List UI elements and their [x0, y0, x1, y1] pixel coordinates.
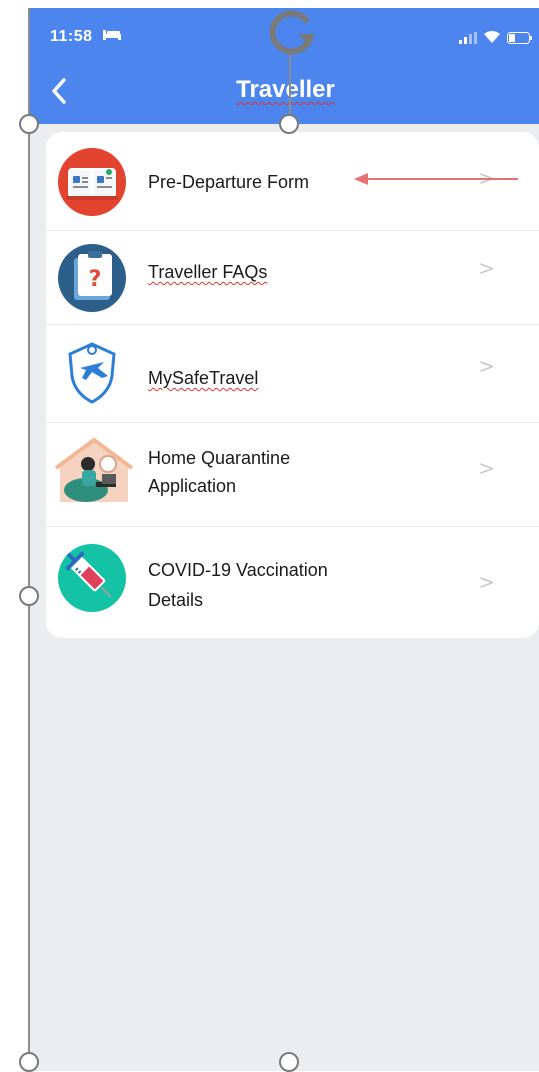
- menu-item-mysafetravel[interactable]: MySafeTravel >: [46, 324, 539, 423]
- menu-item-home-quarantine-application[interactable]: Home Quarantine Application >: [46, 422, 539, 527]
- menu-item-label-line2: Application: [148, 476, 237, 496]
- battery-icon: [507, 31, 533, 49]
- menu-item-label: Traveller FAQs: [148, 262, 268, 282]
- menu-item-traveller-faqs[interactable]: ? Traveller FAQs >: [46, 230, 539, 325]
- menu-item-covid-19-vaccination-details[interactable]: COVID-19 Vaccination Details >: [46, 526, 539, 638]
- vaccine-syringe-icon: [56, 542, 128, 619]
- rotate-handle-icon[interactable]: [263, 4, 321, 62]
- menu-item-label-line1: Home Quarantine: [148, 448, 291, 468]
- home-quarantine-icon: [52, 434, 136, 511]
- menu-item-label-line2: Details: [148, 590, 204, 610]
- menu-item-label-line1: COVID-19 Vaccination: [148, 560, 328, 580]
- bed-icon: [102, 28, 122, 46]
- resize-handle-top-left[interactable]: [19, 114, 39, 134]
- resize-handle-bottom-left[interactable]: [19, 1052, 39, 1072]
- chevron-right-icon: >: [478, 456, 495, 480]
- annotation-arrow-icon: [354, 173, 518, 185]
- menu-card: Pre-Departure Form > ? Traveller FAQs >: [46, 132, 539, 638]
- wifi-icon: [483, 30, 501, 49]
- status-icons: [459, 30, 533, 49]
- menu-item-label: MySafeTravel: [148, 368, 259, 388]
- signal-icon: [459, 31, 477, 49]
- faq-document-icon: ?: [56, 242, 128, 319]
- resize-handle-bottom-center[interactable]: [279, 1052, 299, 1072]
- form-book-icon: [56, 146, 128, 223]
- chevron-right-icon: >: [478, 354, 495, 378]
- chevron-right-icon: >: [478, 256, 495, 280]
- status-time: 11:58: [50, 28, 122, 46]
- resize-handle-middle-left[interactable]: [19, 586, 39, 606]
- rotate-handle-stem: [289, 58, 291, 116]
- chevron-right-icon: >: [478, 570, 495, 594]
- status-time-text: 11:58: [50, 28, 93, 46]
- page-title: Traveller: [30, 76, 539, 104]
- svg-text:?: ?: [89, 267, 102, 292]
- page-title-text: Traveller: [236, 76, 335, 103]
- phone-screen: 11:58 Traveller Pre-Departure Form > ? T…: [28, 8, 539, 1071]
- menu-item-label: Pre-Departure Form: [148, 172, 310, 192]
- shield-airplane-icon: [56, 336, 128, 413]
- resize-handle-top-center[interactable]: [279, 114, 299, 134]
